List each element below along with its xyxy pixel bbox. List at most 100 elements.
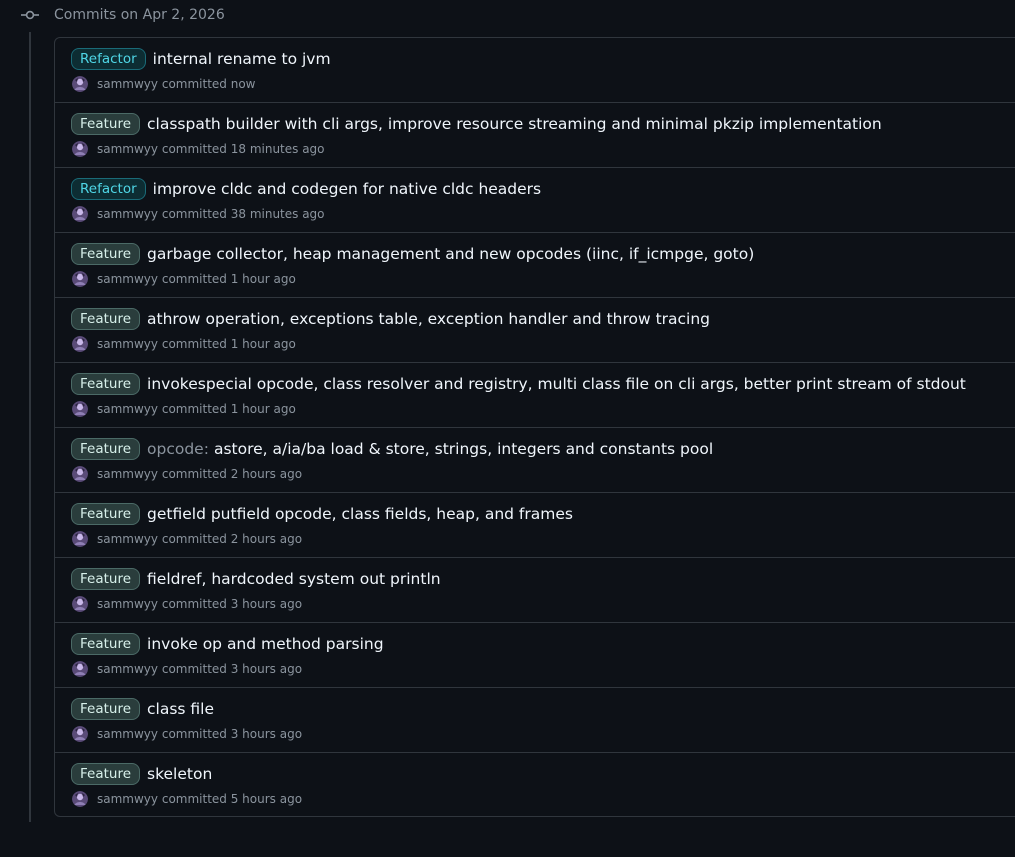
- feature-label-badge[interactable]: Feature: [71, 698, 141, 720]
- commit-meta-text: sammwyy committed 3 hours ago: [97, 596, 302, 612]
- feature-label-badge[interactable]: Feature: [71, 438, 141, 460]
- commit-message-text: internal rename to jvm: [152, 50, 331, 68]
- feature-label-badge[interactable]: Feature: [71, 308, 141, 330]
- commit-time: 2 hours ago: [230, 467, 303, 481]
- commit-row: Feature skeleton sammwyy committed 5 hours…: [55, 753, 1015, 816]
- commit-time: now: [230, 77, 256, 91]
- commit-title-line: Feature fieldref, hardcoded system out pr…: [71, 568, 441, 590]
- commit-title-line: Feature garbage collector, heap managemen…: [71, 243, 754, 265]
- commit-author-link[interactable]: sammwyy: [97, 597, 158, 611]
- commit-meta-line: sammwyy committed 18 minutes ago: [72, 141, 325, 157]
- commit-author-link[interactable]: sammwyy: [97, 792, 158, 806]
- commit-message-text: invoke op and method parsing: [147, 635, 384, 653]
- commit-title-line: Feature invokespecial opcode, class resol…: [71, 373, 966, 395]
- avatar-image-icon: [72, 206, 88, 222]
- commit-time: 3 hours ago: [230, 597, 303, 611]
- commit-message-link[interactable]: internal rename to jvm: [153, 48, 331, 70]
- commit-message-link[interactable]: fieldref, hardcoded system out println: [147, 568, 441, 590]
- commit-action: committed: [161, 272, 227, 286]
- refactor-label-badge[interactable]: Refactor: [71, 178, 146, 200]
- commit-meta-line: sammwyy committed 1 hour ago: [72, 336, 296, 352]
- commit-time: 1 hour ago: [230, 402, 296, 416]
- commit-message-link[interactable]: invokespecial opcode, class resolver and…: [147, 373, 966, 395]
- feature-label-badge[interactable]: Feature: [71, 763, 141, 785]
- avatar-image-icon: [72, 271, 88, 287]
- feature-label-badge[interactable]: Feature: [71, 503, 141, 525]
- commit-message-link[interactable]: classpath builder with cli args, improve…: [147, 113, 882, 135]
- commit-row: Feature getfield putfield opcode, class f…: [55, 493, 1015, 558]
- commit-row: Feature athrow operation, exceptions tabl…: [55, 298, 1015, 363]
- commit-meta-line: sammwyy committed 38 minutes ago: [72, 206, 325, 222]
- commit-action: committed: [161, 142, 227, 156]
- feature-label-badge[interactable]: Feature: [71, 243, 141, 265]
- commit-message-link[interactable]: skeleton: [147, 763, 212, 785]
- avatar-image-icon: [72, 661, 88, 677]
- commit-message-link[interactable]: athrow operation, exceptions table, exce…: [147, 308, 710, 330]
- commit-row: Refactor improve cldc and codegen for nat…: [55, 168, 1015, 233]
- commit-author-link[interactable]: sammwyy: [97, 662, 158, 676]
- feature-label-badge[interactable]: Feature: [71, 568, 141, 590]
- commit-list: Refactor internal rename to jvm sammwyy co…: [54, 37, 1015, 817]
- commit-author-link[interactable]: sammwyy: [97, 272, 158, 286]
- feature-label-badge[interactable]: Feature: [71, 373, 141, 395]
- avatar[interactable]: [72, 76, 88, 92]
- commit-author-link[interactable]: sammwyy: [97, 207, 158, 221]
- commit-action: committed: [161, 532, 227, 546]
- commit-author-link[interactable]: sammwyy: [97, 402, 158, 416]
- commit-row: Feature classpath builder with cli args, …: [55, 103, 1015, 168]
- commit-group-title: Commits on Apr 2, 2026: [54, 7, 225, 23]
- commit-message-link[interactable]: improve cldc and codegen for native cldc…: [153, 178, 541, 200]
- avatar[interactable]: [72, 401, 88, 417]
- commit-author-link[interactable]: sammwyy: [97, 142, 158, 156]
- feature-label-badge[interactable]: Feature: [71, 113, 141, 135]
- commit-message-link[interactable]: garbage collector, heap management and n…: [147, 243, 754, 265]
- commit-author-link[interactable]: sammwyy: [97, 727, 158, 741]
- avatar-image-icon: [72, 141, 88, 157]
- commit-action: committed: [161, 467, 227, 481]
- refactor-label-badge[interactable]: Refactor: [71, 48, 146, 70]
- avatar[interactable]: [72, 466, 88, 482]
- avatar[interactable]: [72, 141, 88, 157]
- commit-action: committed: [161, 597, 227, 611]
- commit-message-text: invokespecial opcode, class resolver and…: [147, 375, 966, 393]
- avatar[interactable]: [72, 661, 88, 677]
- avatar[interactable]: [72, 271, 88, 287]
- commit-author-link[interactable]: sammwyy: [97, 77, 158, 91]
- commit-title-line: Feature getfield putfield opcode, class f…: [71, 503, 573, 525]
- commit-title-line: Feature class file: [71, 698, 214, 720]
- commit-meta-line: sammwyy committed 3 hours ago: [72, 661, 302, 677]
- commit-author-link[interactable]: sammwyy: [97, 337, 158, 351]
- avatar[interactable]: [72, 726, 88, 742]
- avatar[interactable]: [72, 531, 88, 547]
- commit-message-link[interactable]: invoke op and method parsing: [147, 633, 384, 655]
- commit-group-header: Commits on Apr 2, 2026: [0, 0, 1015, 30]
- commit-action: committed: [161, 337, 227, 351]
- avatar[interactable]: [72, 336, 88, 352]
- commit-author-link[interactable]: sammwyy: [97, 532, 158, 546]
- commit-time: 2 hours ago: [230, 532, 303, 546]
- commit-action: committed: [161, 402, 227, 416]
- commit-meta-text: sammwyy committed 5 hours ago: [97, 791, 302, 807]
- feature-label-badge[interactable]: Feature: [71, 633, 141, 655]
- commit-scope: opcode:: [147, 440, 209, 458]
- commit-message-link[interactable]: class file: [147, 698, 214, 720]
- commit-title-line: Refactor internal rename to jvm: [71, 48, 331, 70]
- commit-meta-text: sammwyy committed 38 minutes ago: [97, 206, 325, 222]
- commit-meta-line: sammwyy committed now: [72, 76, 256, 92]
- avatar[interactable]: [72, 206, 88, 222]
- commit-author-link[interactable]: sammwyy: [97, 467, 158, 481]
- commit-row: Feature class file sammwyy committed 3 hou…: [55, 688, 1015, 753]
- avatar[interactable]: [72, 596, 88, 612]
- commit-message-link[interactable]: opcode: astore, a/ia/ba load & store, str…: [147, 438, 713, 460]
- avatar-image-icon: [72, 336, 88, 352]
- commit-meta-line: sammwyy committed 1 hour ago: [72, 271, 296, 287]
- commit-message-link[interactable]: getfield putfield opcode, class fields, …: [147, 503, 573, 525]
- commit-message-text: improve cldc and codegen for native cldc…: [152, 180, 542, 198]
- commit-title-line: Refactor improve cldc and codegen for nat…: [71, 178, 541, 200]
- commit-row: Feature opcode: astore, a/ia/ba load & sto…: [55, 428, 1015, 493]
- commit-message-text: getfield putfield opcode, class fields, …: [147, 505, 573, 523]
- avatar[interactable]: [72, 791, 88, 807]
- commit-meta-text: sammwyy committed 3 hours ago: [97, 726, 302, 742]
- commit-message-text: athrow operation, exceptions table, exce…: [147, 310, 711, 328]
- commit-title-line: Feature invoke op and method parsing: [71, 633, 384, 655]
